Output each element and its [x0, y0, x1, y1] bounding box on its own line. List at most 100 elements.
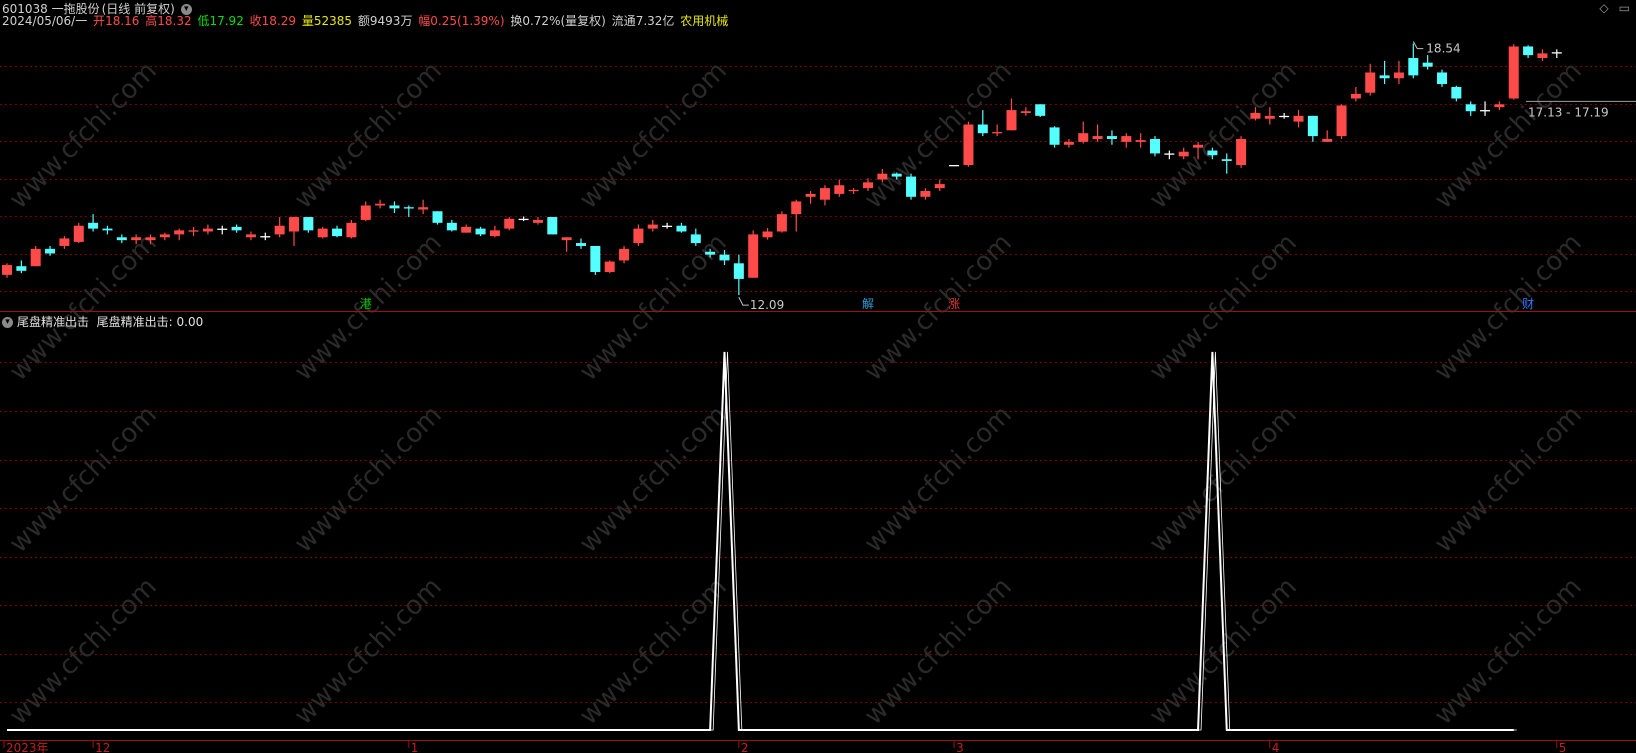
candle-body: [1451, 86, 1462, 99]
candle-body: [1092, 136, 1103, 139]
candle-body: [289, 217, 299, 232]
candle-body: [518, 218, 529, 221]
candle-body: [389, 205, 400, 209]
candle-body: [102, 228, 113, 231]
candle-body: [1523, 46, 1534, 56]
watermark-text: www.cfchi.com: [859, 56, 1018, 215]
candle-body: [1264, 115, 1275, 119]
candle-body: [274, 225, 285, 235]
candle-body: [1020, 111, 1031, 113]
candle-body: [1150, 138, 1160, 154]
close-value: 18.29: [261, 14, 297, 28]
candle-body: [1063, 141, 1074, 145]
x-axis-ticks[interactable]: 2023年 12 1 2 3 4 5: [3, 741, 1566, 753]
watermark-text: www.cfchi.com: [859, 572, 1018, 731]
candle-body: [1164, 153, 1175, 155]
candle-body: [906, 176, 917, 197]
low-marker-label: 12.09: [750, 298, 784, 312]
candle-body: [920, 191, 931, 197]
candle-body: [116, 237, 127, 241]
candle-body: [403, 207, 414, 209]
candle-body: [848, 189, 859, 192]
candle-body: [231, 226, 242, 231]
candle-body: [891, 173, 902, 177]
candle-body: [561, 237, 572, 241]
candle-body: [1006, 110, 1017, 131]
expand-icon[interactable]: ▭: [1619, 1, 1630, 15]
float-value: 7.32亿: [635, 14, 675, 28]
candle-body: [662, 225, 673, 228]
watermark-text: www.cfchi.com: [1144, 56, 1303, 215]
candle-body: [690, 234, 701, 244]
candle-body: [877, 173, 888, 180]
candle-body: [1035, 104, 1046, 116]
candle-body: [475, 228, 486, 235]
candle-body: [633, 228, 644, 244]
amount-label: 额: [357, 14, 370, 28]
open-value: 18.16: [105, 14, 140, 28]
candle-body: [1307, 115, 1318, 137]
watermark-text: www.cfchi.com: [859, 228, 1018, 387]
candle-body: [303, 217, 314, 231]
candle-body: [1379, 75, 1390, 79]
candle-body: [30, 248, 41, 267]
event-marker: 财: [1522, 297, 1534, 311]
candle-body: [576, 243, 586, 246]
watermark-text: www.cfchi.com: [4, 572, 163, 731]
candle-body: [819, 188, 830, 200]
open-label: 开: [93, 14, 106, 28]
turnover-value: 0.72%(量复权): [522, 14, 606, 28]
turnover-label: 换: [510, 14, 523, 28]
watermark-text: www.cfchi.com: [4, 400, 163, 559]
candle-body: [676, 225, 687, 232]
diamond-icon[interactable]: ◇: [1599, 1, 1608, 15]
candle-body: [1078, 133, 1089, 142]
watermark-text: www.cfchi.com: [574, 400, 733, 559]
change-value: 0.25(1.39%): [430, 14, 505, 28]
watermark-text: www.cfchi.com: [289, 56, 448, 215]
sector-label[interactable]: 农用机械: [680, 14, 728, 28]
indicator-name[interactable]: 尾盘精准出击: [17, 315, 89, 329]
candle-body: [245, 234, 256, 238]
candle-body: [1551, 52, 1562, 54]
watermark-text: www.cfchi.com: [1429, 228, 1588, 387]
candle-body: [1494, 104, 1505, 108]
candle-body: [733, 263, 744, 279]
candle-body: [1350, 93, 1361, 99]
x-tick-label: 4: [1272, 741, 1280, 753]
candle-body: [217, 228, 228, 230]
indicator-series: [7, 351, 1517, 731]
high-label: 高: [145, 14, 158, 28]
x-tick-label: 1: [411, 741, 419, 753]
candle-body: [88, 222, 99, 229]
candle-body: [590, 245, 601, 272]
event-marker: 解: [862, 297, 874, 311]
candle-body: [1422, 62, 1433, 67]
candle-body: [1135, 140, 1146, 142]
candle-body: [145, 237, 156, 241]
candle-body: [791, 201, 802, 215]
candle-body: [1221, 159, 1232, 161]
candle-body: [748, 234, 759, 278]
candle-body: [45, 248, 56, 254]
indicator-menu-icon[interactable]: ▾: [2, 317, 13, 328]
candle-body: [131, 237, 142, 241]
candle-body: [174, 230, 185, 235]
watermark-text: www.cfchi.com: [1144, 400, 1303, 559]
candle-body: [202, 228, 213, 232]
indicator-value: 0.00: [176, 315, 204, 329]
watermark-text: www.cfchi.com: [1144, 228, 1303, 387]
candle-body: [762, 231, 773, 238]
candle-body: [2, 265, 12, 275]
candle-body: [432, 211, 443, 223]
candle-body: [604, 261, 615, 272]
low-label: 低: [197, 14, 210, 28]
candle-body: [1121, 136, 1132, 142]
date-value: 2024/05/06/一: [2, 14, 88, 28]
candle-body: [934, 184, 945, 189]
high-value: 18.32: [157, 14, 192, 28]
candle-body: [418, 207, 429, 210]
float-label: 流通: [611, 14, 636, 28]
x-tick-label: 2: [741, 741, 749, 753]
watermark-layer: www.cfchi.com www.cfchi.com www.cfchi.com w…: [4, 56, 1588, 731]
